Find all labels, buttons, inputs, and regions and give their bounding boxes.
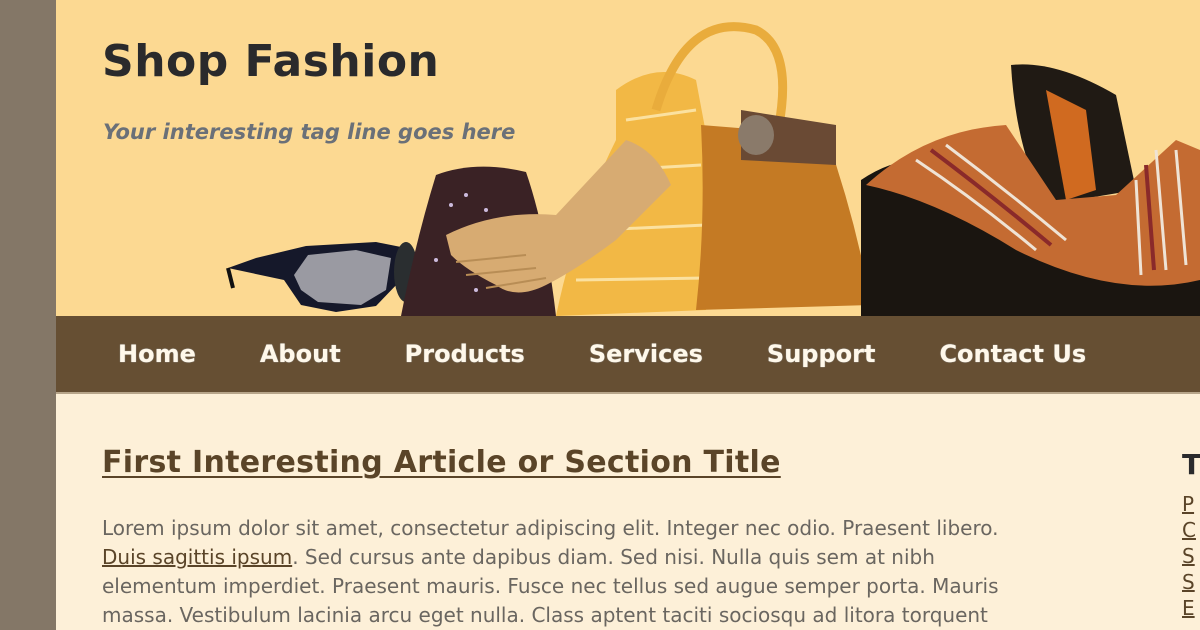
main-navigation: Home About Products Services Support Con…	[56, 316, 1200, 394]
article-title[interactable]: First Interesting Article or Section Tit…	[102, 445, 1112, 480]
nav-item-products[interactable]: Products	[405, 340, 525, 368]
article-line: Duis sagittis ipsum. Sed cursus ante dap…	[102, 543, 1112, 572]
sidebar-title: T	[1182, 448, 1200, 481]
article-line: elementum imperdiet. Praesent mauris. Fu…	[102, 574, 999, 598]
article-inline-link[interactable]: Duis sagittis ipsum	[102, 545, 292, 569]
sidebar-link[interactable]: E	[1182, 596, 1195, 620]
site-tagline: Your interesting tag line goes here	[103, 120, 516, 144]
sidebar-link[interactable]: S	[1182, 570, 1195, 594]
sidebar: T P C S S E	[1182, 448, 1200, 621]
nav-item-about[interactable]: About	[260, 340, 341, 368]
sidebar-link[interactable]: P	[1182, 492, 1194, 516]
nav-item-services[interactable]: Services	[589, 340, 703, 368]
sidebar-links: P C S S E	[1182, 491, 1200, 621]
article-line: massa. Vestibulum lacinia arcu eget null…	[102, 603, 988, 627]
article-line: Lorem ipsum dolor sit amet, consectetur …	[102, 516, 999, 540]
sidebar-link[interactable]: S	[1182, 544, 1195, 568]
sunglasses-image	[226, 242, 418, 312]
nav-item-home[interactable]: Home	[118, 340, 196, 368]
nav-item-support[interactable]: Support	[767, 340, 876, 368]
site-header: Shop Fashion Your interesting tag line g…	[56, 0, 1200, 316]
sidebar-link[interactable]: C	[1182, 518, 1196, 542]
article-text: . Sed cursus ante dapibus diam. Sed nisi…	[292, 545, 935, 569]
nav-item-contact-us[interactable]: Contact Us	[939, 340, 1086, 368]
page: Shop Fashion Your interesting tag line g…	[56, 0, 1200, 630]
site-title[interactable]: Shop Fashion	[102, 36, 439, 87]
main-content: First Interesting Article or Section Tit…	[102, 445, 1112, 630]
article-body: Lorem ipsum dolor sit amet, consectetur …	[102, 514, 1112, 630]
